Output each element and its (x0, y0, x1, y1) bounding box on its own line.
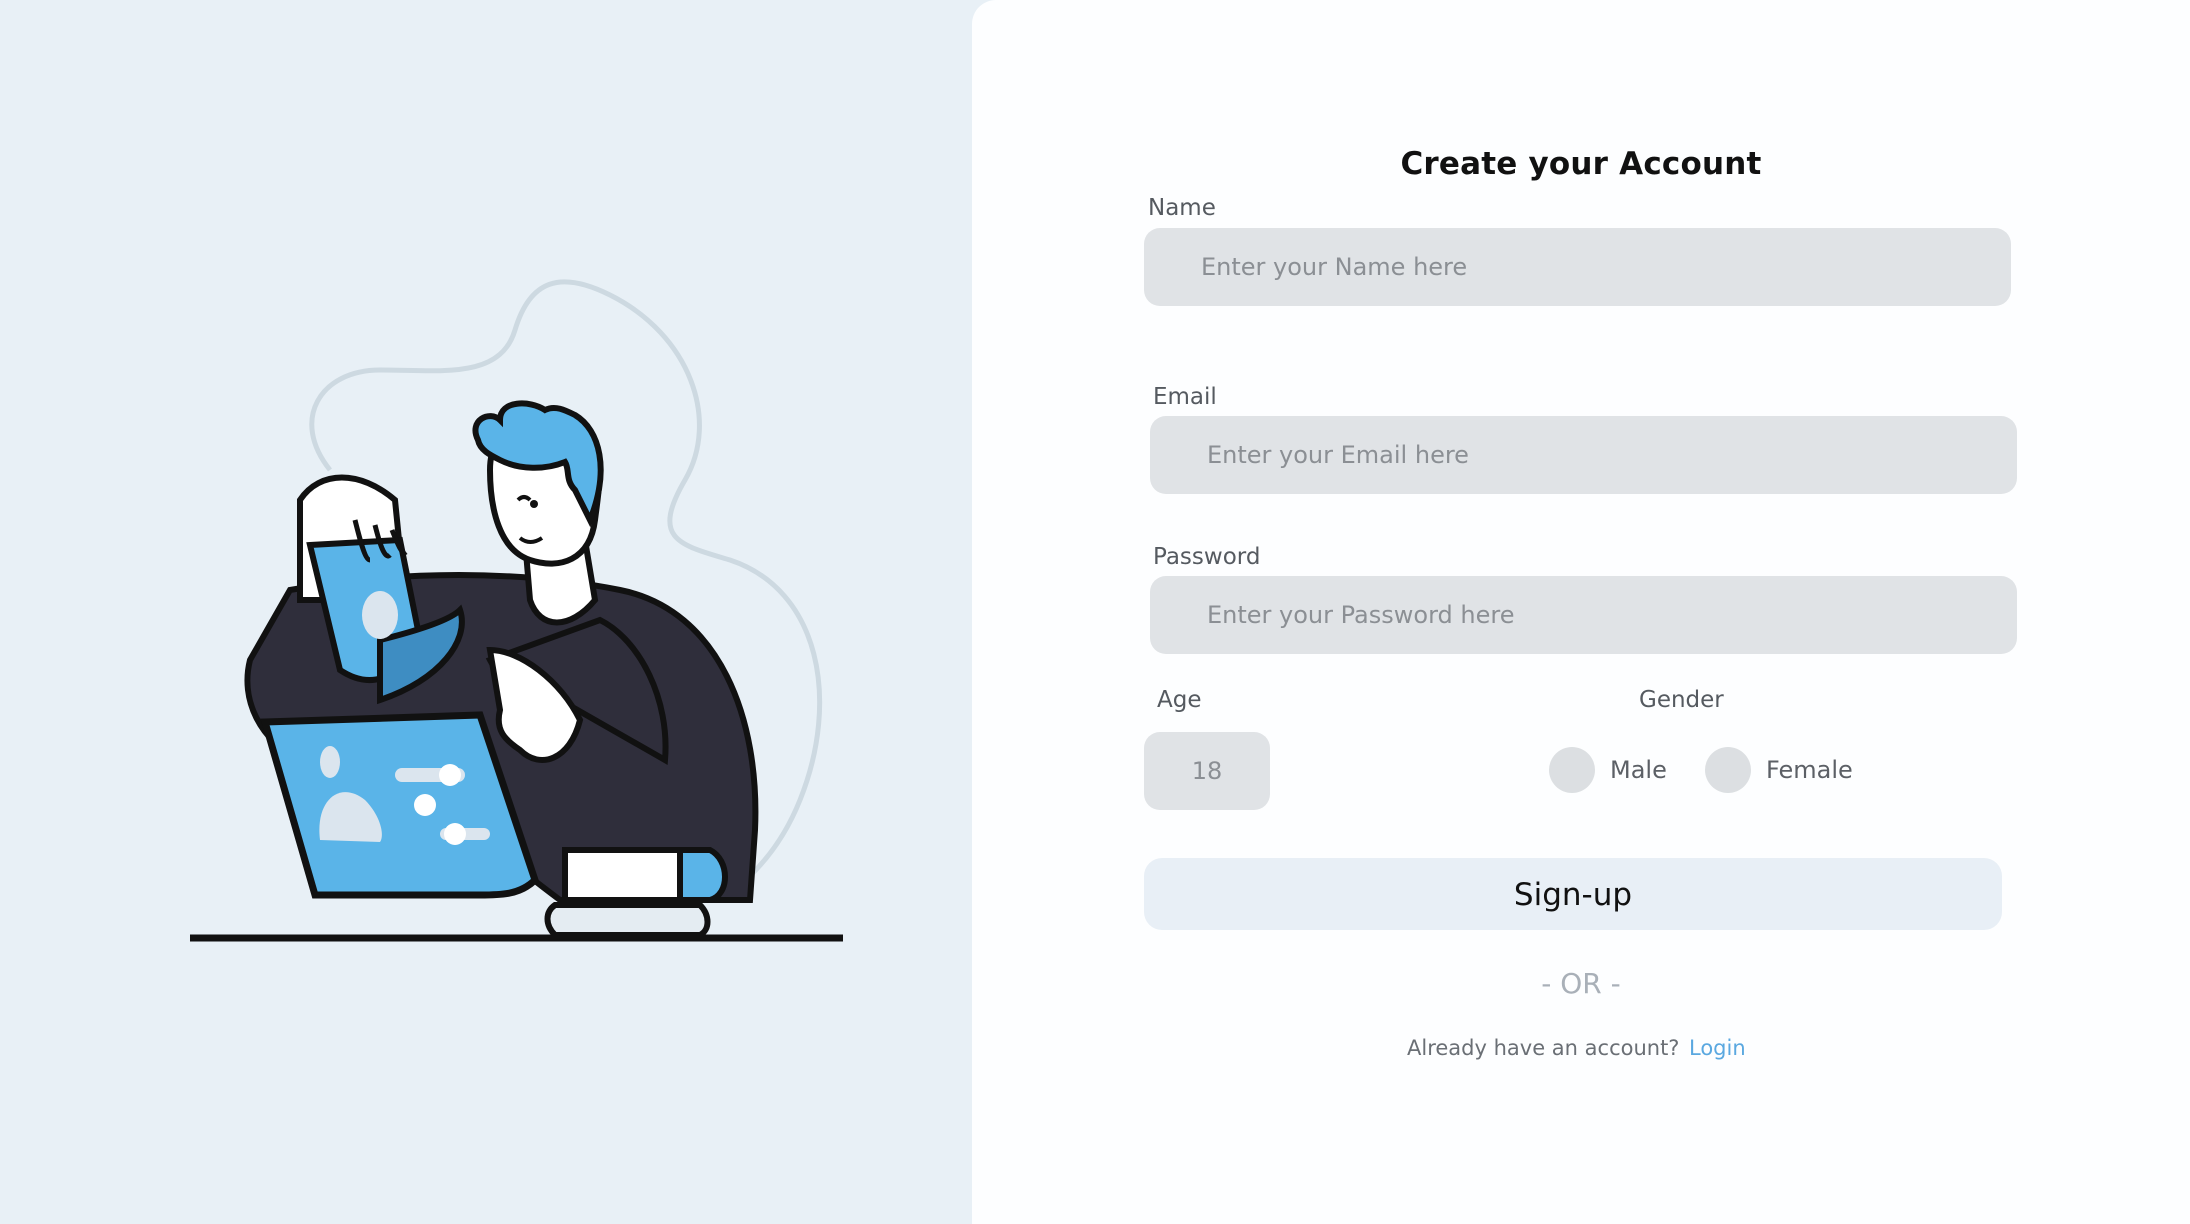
login-prompt: Already have an account? (1407, 1036, 1680, 1060)
person-with-laptop-illustration (190, 279, 843, 942)
or-divider: - OR - (1541, 967, 1621, 1000)
name-label: Name (1148, 195, 1216, 221)
email-input[interactable] (1150, 416, 2017, 494)
male-radio[interactable] (1549, 747, 1595, 793)
signup-button[interactable]: Sign-up (1144, 858, 2002, 930)
female-radio-label: Female (1766, 756, 1853, 784)
name-input[interactable] (1144, 228, 2011, 306)
password-label: Password (1153, 544, 1261, 570)
email-label: Email (1153, 384, 1217, 410)
age-label: Age (1157, 687, 1202, 713)
female-radio[interactable] (1705, 747, 1751, 793)
age-input[interactable] (1144, 732, 1270, 810)
male-radio-label: Male (1610, 756, 1667, 784)
page-title: Create your Account (1400, 146, 1762, 182)
gender-label: Gender (1639, 687, 1724, 713)
illustration-panel (0, 0, 972, 1224)
password-input[interactable] (1150, 576, 2017, 654)
login-link[interactable]: Login (1689, 1036, 1746, 1060)
signup-panel: Create your Account Name Email Password … (972, 0, 2190, 1224)
